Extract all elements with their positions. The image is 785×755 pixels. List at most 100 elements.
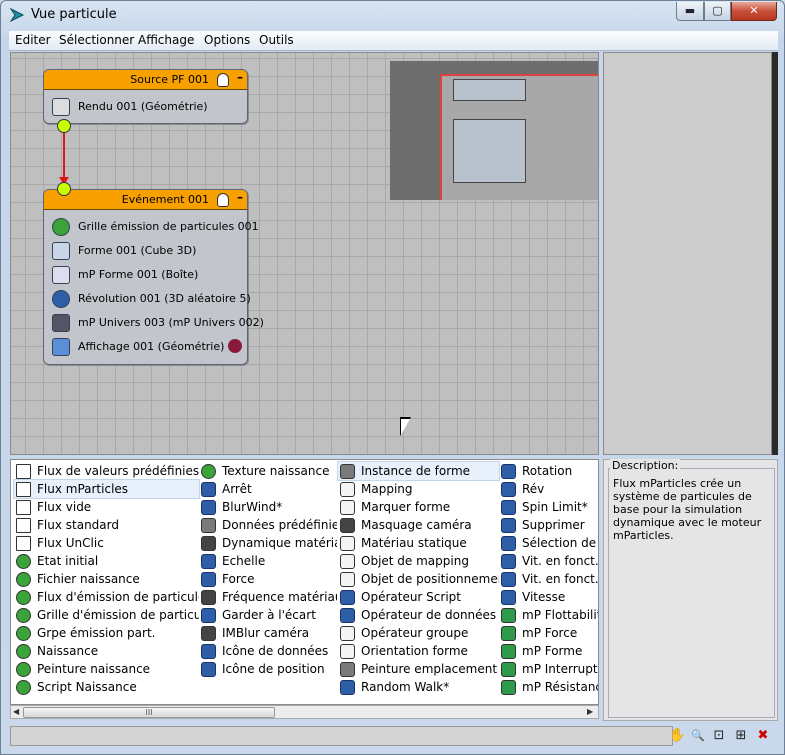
menu-selectionner[interactable]: Sélectionner [59,33,134,47]
operator-row[interactable]: Révolution 001 (3D aléatoire 5) [44,287,251,311]
depot-item[interactable]: Flux UnClic [14,534,199,552]
speed-by-surface-icon [501,572,516,587]
depot-item[interactable]: Icône de position [199,660,337,678]
graph-navigator[interactable] [390,61,598,200]
depot-item-label: Fichier naissance [37,572,140,586]
depot-item[interactable]: BlurWind* [199,498,337,516]
menu-options[interactable]: Options [204,33,250,47]
collapse-icon[interactable]: – [237,70,243,84]
depot-item[interactable]: Données prédéfinies [199,516,337,534]
depot-item[interactable]: IMBlur caméra [199,624,337,642]
depot-item[interactable]: Vit. en fonct. d [499,570,598,588]
depot-item[interactable]: Random Walk* [338,678,499,696]
lightbulb-icon[interactable] [217,73,229,87]
output-pin[interactable] [57,119,71,133]
depot-item[interactable]: mP Résistance [499,678,598,696]
depot-item[interactable]: mP Interrupteu [499,660,598,678]
no-display-icon[interactable]: ✖ [755,728,771,744]
operator-row[interactable]: Grille émission de particules 001 [44,215,259,239]
depot-item[interactable]: Opérateur de données [338,606,499,624]
depot-item-label: Flux standard [37,518,119,532]
menu-affichage[interactable]: Affichage [138,33,194,47]
depot-item[interactable]: Rév [499,480,598,498]
depot-item[interactable]: Flux vide [14,498,199,516]
depot-item[interactable]: Objet de positionnement [338,570,499,588]
depot-item[interactable]: Etat initial [14,552,199,570]
depot-item[interactable]: Rotation [499,462,598,480]
depot-item[interactable]: Grille d'émission de particules [14,606,199,624]
depot-item[interactable]: mP Force [499,624,598,642]
operator-row[interactable]: Rendu 001 (Géométrie) [44,95,247,119]
depot-item[interactable]: Force [199,570,337,588]
depot-item[interactable]: Fréquence matériau [199,588,337,606]
depot-item-label: mP Interrupteu [522,662,598,676]
depot-item[interactable]: Opérateur Script [338,588,499,606]
event-node-header[interactable]: Evénement 001 – [44,190,247,210]
display-color-swatch[interactable] [228,339,242,353]
depot-horizontal-scrollbar[interactable]: ◀ III ▶ [10,705,599,719]
parameters-panel[interactable] [603,52,772,455]
scroll-right-icon[interactable]: ▶ [587,707,593,716]
depot-item[interactable]: Dynamique matériau [199,534,337,552]
close-button[interactable]: ✕ [731,2,777,21]
depot-item[interactable]: Flux de valeurs prédéfinies [14,462,199,480]
pan-hand-icon[interactable]: ✋ [669,728,685,744]
depot-item[interactable]: Vit. en fonct. d [499,552,598,570]
depot-item[interactable]: mP Flottabilité [499,606,598,624]
depot-item[interactable]: Icône de données [199,642,337,660]
depot-item[interactable]: Vitesse [499,588,598,606]
birth-group-icon [16,626,31,641]
depot-item[interactable]: Fichier naissance [14,570,199,588]
collapse-icon[interactable]: – [237,190,243,204]
event-node[interactable]: Evénement 001 – Grille émission de parti… [43,189,264,365]
depot-item[interactable]: Script Naissance [14,678,199,696]
parameters-scrollbar[interactable] [772,52,778,455]
depot-item-highlighted[interactable]: Instance de forme [337,461,500,481]
menu-editer[interactable]: Editer [15,33,51,47]
lightbulb-icon[interactable] [217,193,229,207]
minimize-button[interactable]: ▬ [676,2,704,21]
depot-item[interactable]: Sélection de gr [499,534,598,552]
menu-outils[interactable]: Outils [259,33,294,47]
depot-item[interactable]: Orientation forme [338,642,499,660]
depot-item[interactable]: Garder à l'écart [199,606,337,624]
depot-item[interactable]: Supprimer [499,516,598,534]
zoom-extents-icon[interactable]: ⊞ [733,728,749,744]
depot-item[interactable]: mP Forme [499,642,598,660]
depot-item[interactable]: Naissance [14,642,199,660]
depot-item[interactable]: Matériau statique [338,534,499,552]
scroll-left-icon[interactable]: ◀ [13,707,19,716]
depot-item[interactable]: Mapping [338,480,499,498]
zoom-icon[interactable]: 🔍 [690,728,706,744]
depot-item[interactable]: Objet de mapping [338,552,499,570]
source-node-header[interactable]: Source PF 001 – [44,70,247,90]
depot-item[interactable]: Spin Limit* [499,498,598,516]
mp-drag-icon [501,680,516,695]
depot-item[interactable]: Grpe émission part. [14,624,199,642]
input-pin[interactable] [57,182,71,196]
flow-icon [16,500,31,515]
source-node[interactable]: Source PF 001 – Rendu 001 (Géométrie) [43,69,248,124]
maximize-button[interactable]: ▢ [704,2,731,21]
depot-panel[interactable]: Flux de valeurs prédéfinies Flux mPartic… [10,459,599,705]
depot-item[interactable]: Masquage caméra [338,516,499,534]
depot-item[interactable]: Peinture naissance [14,660,199,678]
depot-item[interactable]: Flux d'émission de particules [14,588,199,606]
depot-item[interactable]: Texture naissance [199,462,337,480]
depot-item[interactable]: Peinture emplacement [338,660,499,678]
operator-row[interactable]: mP Forme 001 (Boîte) [44,263,247,287]
zoom-region-icon[interactable]: ⊡ [711,728,727,744]
particle-graph-view[interactable]: Source PF 001 – Rendu 001 (Géométrie) Ev… [10,52,599,455]
title-bar[interactable]: Vue particule ▬ ▢ ✕ [1,1,784,31]
depot-item-label: Garder à l'écart [222,608,316,622]
depot-item[interactable]: Opérateur groupe [338,624,499,642]
depot-item-selected[interactable]: Flux mParticles [13,479,200,499]
operator-row[interactable]: mP Univers 003 (mP Univers 002) [44,311,264,335]
depot-item[interactable]: Marquer forme [338,498,499,516]
depot-item[interactable]: Echelle [199,552,337,570]
operator-row[interactable]: Affichage 001 (Géométrie) [44,335,247,359]
depot-item[interactable]: Arrêt [199,480,337,498]
scrollbar-thumb[interactable]: III [23,707,275,718]
depot-item[interactable]: Flux standard [14,516,199,534]
operator-row[interactable]: Forme 001 (Cube 3D) [44,239,247,263]
